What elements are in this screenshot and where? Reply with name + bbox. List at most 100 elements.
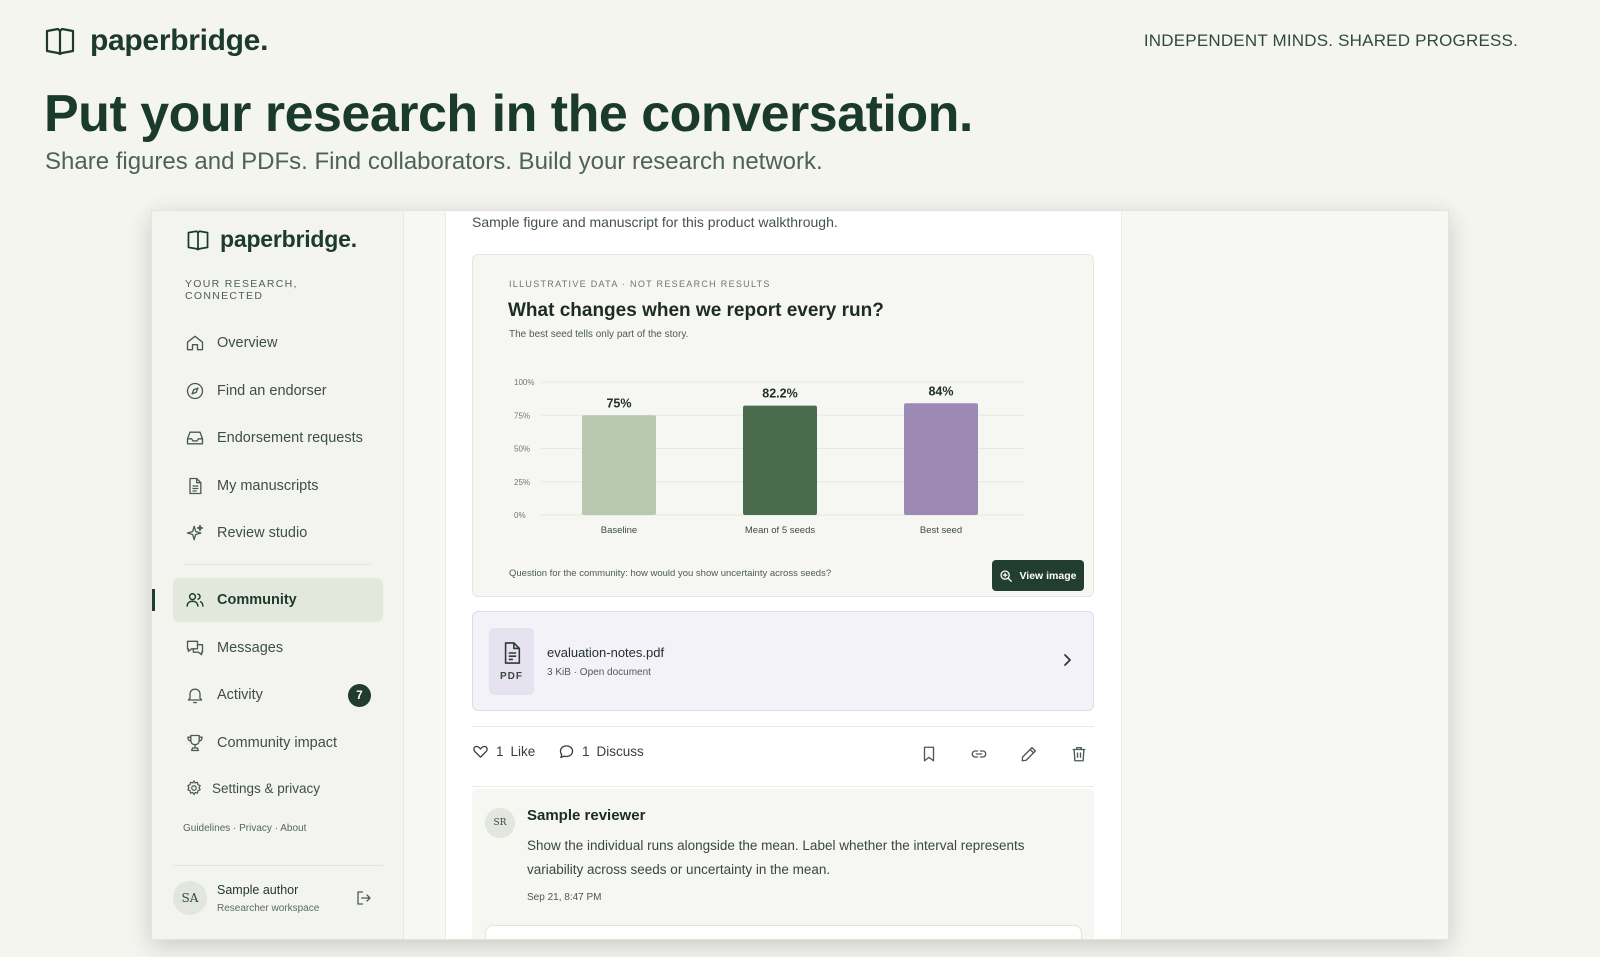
comment-card: SR Sample reviewer Show the individual r… [472, 789, 1094, 939]
y-tick-label: 0% [514, 511, 526, 520]
nav-divider [185, 564, 371, 565]
sidebar-logo[interactable]: paperbridge. [186, 226, 357, 253]
sparkle-icon [186, 524, 204, 541]
y-tick-label: 100% [514, 378, 534, 387]
discuss-count: 1 [582, 744, 590, 759]
divider [472, 786, 1094, 787]
brand-logo-text[interactable]: paperbridge. [90, 24, 268, 58]
gear-icon [187, 780, 201, 796]
bar [743, 405, 817, 515]
pdf-meta: 3 KiB · Open document [547, 667, 651, 678]
bar [582, 415, 656, 515]
comment-author[interactable]: Sample reviewer [527, 807, 645, 824]
figure-eyebrow: ILLUSTRATIVE DATA · NOT RESEARCH RESULTS [509, 279, 771, 289]
open-book-icon [187, 229, 209, 250]
heart-icon [473, 745, 488, 758]
post-caption: Sample figure and manuscript for this pr… [472, 214, 838, 230]
y-tick-label: 50% [514, 445, 530, 454]
view-image-label: View image [1019, 569, 1077, 582]
settings-link[interactable]: Settings & privacy [185, 779, 320, 797]
x-category-label: Best seed [920, 525, 962, 536]
figure-question: Question for the community: how would yo… [509, 568, 832, 579]
reply-input[interactable] [485, 925, 1082, 939]
like-button[interactable]: 1 Like [472, 743, 535, 760]
avatar: SA [173, 881, 207, 915]
discuss-label: Discuss [596, 744, 644, 759]
comment-body: Show the individual runs alongside the m… [527, 838, 1025, 877]
like-count: 1 [496, 744, 504, 759]
nav-item-find-endorser[interactable]: Find an endorser [173, 369, 383, 413]
right-panel [1122, 211, 1448, 939]
nav-item-my-manuscripts[interactable]: My manuscripts [173, 464, 383, 508]
x-category-label: Baseline [601, 525, 637, 536]
bar-value-label: 75% [606, 396, 631, 410]
view-image-button[interactable]: View image [992, 560, 1084, 591]
nav-item-community[interactable]: Community [152, 578, 383, 622]
community-feed: Sample figure and manuscript for this pr… [445, 211, 1122, 939]
link-icon[interactable] [970, 745, 988, 763]
nav-item-overview[interactable]: Overview [173, 321, 383, 365]
nav-item-messages[interactable]: Messages [173, 626, 383, 670]
nav-label: My manuscripts [217, 477, 319, 494]
comment-icon [559, 745, 574, 759]
nav-label: Community [217, 592, 297, 608]
figure-title: What changes when we report every run? [508, 300, 884, 321]
nav-item-endorsement-requests[interactable]: Endorsement requests [173, 416, 383, 460]
zoom-in-icon [1000, 569, 1013, 582]
user-profile[interactable]: SA Sample author Researcher workspace [173, 876, 383, 920]
nav-label: Community impact [217, 734, 338, 751]
bar-value-label: 82.2% [762, 387, 797, 401]
open-book-icon [45, 27, 75, 56]
inbox-icon [186, 431, 204, 445]
user-role: Researcher workspace [217, 902, 320, 914]
user-name: Sample author [217, 882, 299, 897]
site-tagline: INDEPENDENT MINDS. SHARED PROGRESS. [1143, 31, 1518, 50]
bar-chart: 100% 75% 50% 25% 0% 75% Baseline 82.2% Mean of 5… [514, 378, 1024, 536]
nav-label: Endorsement requests [217, 430, 363, 446]
bar-value-label: 84% [928, 384, 953, 398]
x-category-label: Mean of 5 seeds [745, 525, 815, 536]
bookmark-icon[interactable] [920, 745, 938, 763]
bell-icon [187, 688, 203, 704]
home-icon [186, 335, 204, 351]
pdf-attachment[interactable]: PDF evaluation-notes.pdf 3 KiB · Open do… [472, 611, 1094, 711]
avatar: SR [485, 808, 515, 838]
sidebar-tagline: YOUR RESEARCH, CONNECTED [185, 278, 298, 302]
chat-icon [186, 640, 204, 655]
figure-subtitle: The best seed tells only part of the sto… [509, 329, 689, 340]
chevron-right-icon [1064, 654, 1071, 666]
settings-label: Settings & privacy [212, 780, 321, 796]
nav-label: Overview [217, 335, 278, 351]
app-window: paperbridge. YOUR RESEARCH, CONNECTED Ov… [151, 210, 1449, 940]
hero-subtitle: Share figures and PDFs. Find collaborato… [45, 148, 823, 175]
file-text-icon [504, 642, 520, 664]
pdf-filename: evaluation-notes.pdf [547, 645, 665, 660]
sidebar: paperbridge. YOUR RESEARCH, CONNECTED Ov… [152, 211, 404, 939]
nav-item-community-impact[interactable]: Community impact [173, 721, 383, 765]
activity-count-badge: 7 [348, 684, 371, 707]
footer-links[interactable]: Guidelines · Privacy · About [183, 823, 306, 834]
logout-icon[interactable] [355, 889, 373, 907]
active-indicator [152, 589, 155, 611]
edit-pencil-icon[interactable] [1020, 745, 1038, 763]
discuss-button[interactable]: 1 Discuss [558, 743, 644, 760]
bar [904, 403, 978, 515]
trophy-icon [187, 734, 203, 751]
trash-icon[interactable] [1070, 745, 1088, 763]
nav-label: Find an endorser [217, 382, 327, 399]
figure-card: ILLUSTRATIVE DATA · NOT RESEARCH RESULTS… [472, 254, 1094, 597]
user-meta: Sample author Researcher workspace [217, 883, 319, 914]
y-tick-label: 75% [514, 411, 530, 420]
nav-label: Review studio [217, 525, 308, 541]
comment-timestamp: Sep 21, 8:47 PM [527, 892, 602, 903]
nav-item-activity[interactable]: Activity 7 [173, 673, 383, 717]
y-tick-label: 25% [514, 478, 530, 487]
document-icon [189, 477, 202, 494]
hero-title: Put your research in the conversation. [44, 85, 973, 143]
pdf-file-badge: PDF [489, 628, 534, 695]
sidebar-nav: Overview Find an endorser Endorsement re… [152, 321, 383, 768]
sidebar-divider [173, 865, 383, 866]
sidebar-brand-text: paperbridge. [220, 226, 357, 252]
nav-item-review-studio[interactable]: Review studio [173, 511, 383, 555]
like-label: Like [510, 744, 536, 759]
